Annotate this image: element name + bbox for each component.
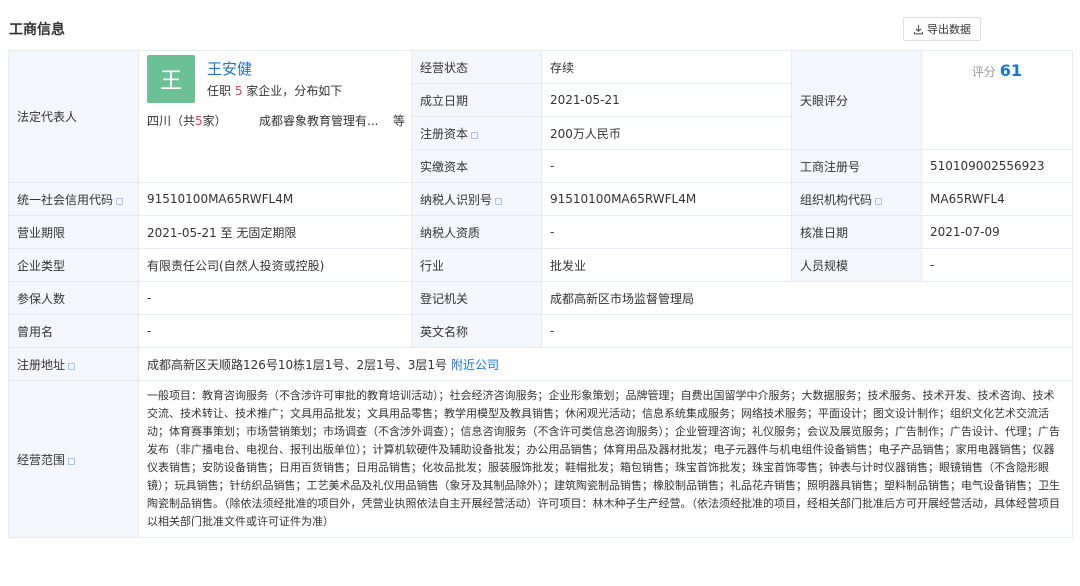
biz-reg-no-value: 510109002556923 xyxy=(921,149,1073,183)
scope-label: 经营范围 xyxy=(17,452,66,467)
business-info-table: 法定代表人 王 王安健 任职 5 家企业，分布如下 四川（共5家） 成都睿象教育… xyxy=(8,50,1073,538)
export-data-button[interactable]: 导出数据 xyxy=(903,17,981,41)
section-title: 工商信息 xyxy=(9,22,65,38)
taxpayer-qual-value: - xyxy=(541,215,792,249)
taxpayer-id-label: 纳税人识别号 xyxy=(420,192,493,207)
export-data-label: 导出数据 xyxy=(927,23,971,36)
industry-label: 行业 xyxy=(411,248,542,282)
taxpayer-qual-label: 纳税人资质 xyxy=(411,215,542,249)
founded-label: 成立日期 xyxy=(411,83,542,117)
org-code-label: 组织机构代码 xyxy=(800,192,873,207)
nearby-companies-link[interactable]: 附近公司 xyxy=(451,358,499,372)
industry-value: 批发业 xyxy=(541,248,792,282)
legal-rep-cell: 王 王安健 任职 5 家企业，分布如下 四川（共5家） 成都睿象教育管理有...… xyxy=(138,50,412,183)
legal-rep-more[interactable]: 等 xyxy=(393,112,405,129)
biz-reg-no-label: 工商注册号 xyxy=(791,149,922,183)
insured-label: 参保人数 xyxy=(8,281,139,315)
download-icon xyxy=(913,24,924,35)
staff-size-label: 人员规模 xyxy=(791,248,922,282)
taxpayer-id-label-cell: 纳税人识别号 xyxy=(411,182,542,216)
credit-code-label-cell: 统一社会信用代码 xyxy=(8,182,139,216)
company-type-label: 企业类型 xyxy=(8,248,139,282)
company-type-value: 有限责任公司(自然人投资或控股) xyxy=(138,248,412,282)
former-name-value: - xyxy=(138,314,412,348)
score-label: 天眼评分 xyxy=(791,50,922,150)
region-prefix: 四川（共 xyxy=(147,113,196,128)
term-label: 营业期限 xyxy=(8,215,139,249)
scope-value: 一般项目：教育咨询服务（不含涉许可审批的教育培训活动）；社会经济咨询服务；企业形… xyxy=(138,380,1073,538)
credit-code-label: 统一社会信用代码 xyxy=(17,192,114,207)
info-icon[interactable] xyxy=(471,131,479,139)
reg-capital-label-cell: 注册资本 xyxy=(411,116,542,150)
paid-capital-value: - xyxy=(541,149,792,183)
score-cell[interactable]: 评分 61 xyxy=(921,50,1073,150)
insured-value: - xyxy=(138,281,412,315)
english-name-label: 英文名称 xyxy=(411,314,542,348)
org-code-label-cell: 组织机构代码 xyxy=(791,182,922,216)
scope-label-cell: 经营范围 xyxy=(8,380,139,538)
approve-date-value: 2021-07-09 xyxy=(921,215,1073,249)
reg-capital-value: 200万人民币 xyxy=(541,116,792,150)
legal-rep-label: 法定代表人 xyxy=(8,50,139,183)
region-suffix: 家） xyxy=(202,113,227,128)
staff-size-value: - xyxy=(921,248,1073,282)
founded-value: 2021-05-21 xyxy=(541,83,792,117)
legal-rep-region: 四川（共5家） xyxy=(147,112,227,129)
address-cell: 成都高新区天顺路126号10栋1层1号、2层1号、3层1号 附近公司 xyxy=(138,347,1073,381)
address-value: 成都高新区天顺路126号10栋1层1号、2层1号、3层1号 xyxy=(147,357,447,372)
legal-rep-desc: 任职 5 家企业，分布如下 xyxy=(207,82,342,99)
info-icon[interactable] xyxy=(116,197,124,205)
address-label-cell: 注册地址 xyxy=(8,347,139,381)
reg-authority-value: 成都高新区市场监督管理局 xyxy=(541,281,1073,315)
info-icon[interactable] xyxy=(495,197,503,205)
info-icon[interactable] xyxy=(875,197,883,205)
address-label: 注册地址 xyxy=(17,357,66,372)
org-code-value: MA65RWFL4 xyxy=(921,182,1073,216)
info-icon[interactable] xyxy=(68,362,76,370)
section-header: 工商信息 导出数据 xyxy=(0,0,1080,44)
status-value: 存续 xyxy=(541,50,792,84)
info-icon[interactable] xyxy=(68,457,76,465)
avatar[interactable]: 王 xyxy=(147,54,195,103)
region-count: 5 xyxy=(195,113,203,128)
legal-rep-company-link[interactable]: 成都睿象教育管理有... xyxy=(259,112,378,129)
score-small-label: 评分 xyxy=(971,65,996,79)
legal-rep-name-link[interactable]: 王安健 xyxy=(207,58,252,79)
credit-code-value: 91510100MA65RWFL4M xyxy=(138,182,412,216)
reg-authority-label: 登记机关 xyxy=(411,281,542,315)
status-label: 经营状态 xyxy=(411,50,542,84)
term-value: 2021-05-21 至 无固定期限 xyxy=(138,215,412,249)
taxpayer-id-value: 91510100MA65RWFL4M xyxy=(541,182,792,216)
score-value: 61 xyxy=(999,61,1022,80)
desc-prefix: 任职 xyxy=(207,83,235,98)
reg-capital-label: 注册资本 xyxy=(420,126,469,141)
paid-capital-label: 实缴资本 xyxy=(411,149,542,183)
english-name-value: - xyxy=(541,314,1073,348)
approve-date-label: 核准日期 xyxy=(791,215,922,249)
former-name-label: 曾用名 xyxy=(8,314,139,348)
desc-suffix: 家企业，分布如下 xyxy=(242,83,343,98)
